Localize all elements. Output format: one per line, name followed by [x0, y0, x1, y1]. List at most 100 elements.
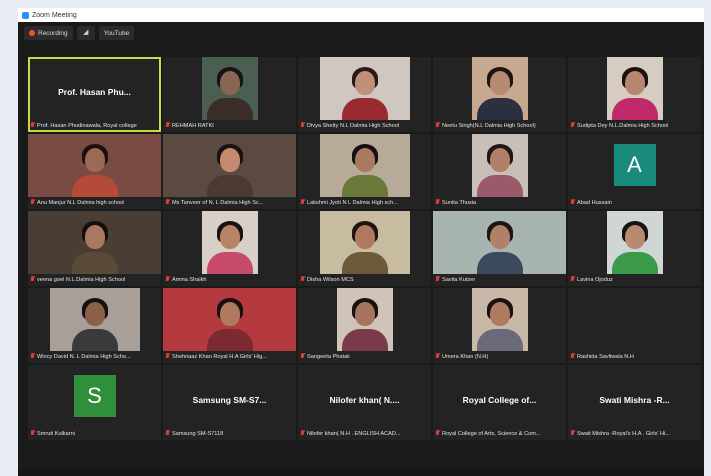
participant-tile[interactable]: Nilofer khan( N.... Nilofer khan( N.H . E… — [298, 365, 431, 440]
participant-video — [606, 57, 663, 120]
participant-name-label: veena goel N.L.Dalmia High School — [30, 275, 159, 284]
mic-muted-icon — [30, 122, 35, 129]
participant-figure — [84, 225, 105, 249]
participant-figure — [354, 71, 375, 95]
mic-muted-icon — [30, 276, 35, 283]
participant-tile[interactable]: Wincy David N. L Dalmia High Scho... — [28, 288, 161, 363]
participant-tile[interactable]: Swati Mishra -R... Swati Mishra -Royal's … — [568, 365, 701, 440]
participant-video — [28, 211, 161, 274]
participant-name: Abad Hussain — [577, 199, 612, 206]
participant-name-label: REHMAH RATKI — [165, 121, 294, 130]
participant-figure — [206, 252, 253, 274]
participant-name-label: Prof. Hasan Phudinawala, Royal college — [30, 121, 159, 130]
participant-tile[interactable]: Anu Manjur N.L Dalmia high school — [28, 134, 161, 209]
participant-name: Neetu Singh(N.L Dalmia High School) — [442, 122, 536, 129]
mic-muted-icon — [300, 276, 305, 283]
participant-tile[interactable]: Prof. Hasan Phu... Prof. Hasan Phudinawal… — [28, 57, 161, 132]
participant-name: Lavina Ojoduz — [577, 276, 613, 283]
participant-figure — [219, 71, 240, 95]
participant-tile[interactable]: Lakshmi Jyoti N L Dalmia High sch... — [298, 134, 431, 209]
participant-tile[interactable]: A Abad Hussain — [568, 134, 701, 209]
participant-name-label: Wincy David N. L Dalmia High Scho... — [30, 352, 159, 361]
participant-name: Anu Manjur N.L Dalmia high school — [37, 199, 125, 206]
participant-name: Wincy David N. L Dalmia High Scho... — [37, 353, 131, 360]
participant-video — [201, 211, 258, 274]
participant-name-label: Royal College of Arts, Science & Com... — [435, 429, 564, 438]
participant-tile[interactable]: Sangeeta Phatak — [298, 288, 431, 363]
participant-video — [319, 211, 410, 274]
participant-tile[interactable]: Sunita Thusia — [433, 134, 566, 209]
participant-tile[interactable]: REHMAH RATKI — [163, 57, 296, 132]
participant-figure — [354, 302, 375, 326]
meeting-toolbar: Recording ◢ YouTube — [18, 22, 704, 44]
participant-video — [471, 134, 528, 197]
participant-figure — [71, 175, 118, 197]
participant-tile[interactable]: Samsung SM-S7... Samsung SM-S7118 — [163, 365, 296, 440]
participant-name-label: Divya Shetty N.L Dalmia High School — [300, 121, 429, 130]
participant-name-label: Rashida Savliwala N.H — [570, 352, 699, 361]
participant-display-name: Swati Mishra -R... — [599, 395, 670, 405]
mic-muted-icon — [165, 276, 170, 283]
participant-name-label: Umera Khan (N.H) — [435, 352, 564, 361]
participant-figure — [611, 98, 658, 120]
participant-name: Nilofer khan( N.H . ENGLISH ACAD... — [307, 430, 401, 437]
participant-display-name: Samsung SM-S7... — [192, 395, 267, 405]
participant-figure — [489, 302, 510, 326]
participant-name-label: Amina Shaikh — [165, 275, 294, 284]
participant-figure — [219, 302, 240, 326]
broadcast-icon: ◢ — [82, 29, 89, 36]
participant-figure — [84, 148, 105, 172]
mic-muted-icon — [165, 430, 170, 437]
participant-tile[interactable]: Sudipta Dey N.L.Dalmia High School — [568, 57, 701, 132]
participant-tile[interactable]: Umera Khan (N.H) — [433, 288, 566, 363]
participant-name: veena goel N.L.Dalmia High School — [37, 276, 126, 283]
mic-muted-icon — [30, 199, 35, 206]
participant-figure — [219, 148, 240, 172]
mic-muted-icon — [435, 199, 440, 206]
participant-video — [163, 288, 296, 351]
participant-video — [606, 211, 663, 274]
participant-name: Amina Shaikh — [172, 276, 207, 283]
mic-muted-icon — [570, 430, 575, 437]
participant-tile[interactable]: Ms Tanveer of N. L Dalmia High Sc... — [163, 134, 296, 209]
zoom-logo-icon — [22, 11, 29, 19]
participant-tile[interactable]: Neetu Singh(N.L Dalmia High School) — [433, 57, 566, 132]
mic-muted-icon — [435, 122, 440, 129]
participant-tile[interactable]: Disha Wilson MCS — [298, 211, 431, 286]
participant-name-label: Neetu Singh(N.L Dalmia High School) — [435, 121, 564, 130]
participant-name-label: Lavina Ojoduz — [570, 275, 699, 284]
mic-muted-icon — [435, 353, 440, 360]
participant-name: Smruti Kulkarni — [37, 430, 75, 437]
record-icon — [29, 30, 35, 36]
participant-name-label: Lakshmi Jyoti N L Dalmia High sch... — [300, 198, 429, 207]
participant-figure — [341, 175, 388, 197]
participant-tile[interactable]: Savita Kutzer — [433, 211, 566, 286]
participant-tile[interactable]: Divya Shetty N.L Dalmia High School — [298, 57, 431, 132]
participant-figure — [341, 252, 388, 274]
participant-name-label: Savita Kutzer — [435, 275, 564, 284]
participant-tile[interactable]: Rashida Savliwala N.H — [568, 288, 701, 363]
participant-video — [471, 288, 528, 351]
participant-figure — [71, 329, 118, 351]
participant-name-label: Ms Tanveer of N. L Dalmia High Sc... — [165, 198, 294, 207]
live-stream-button[interactable]: ◢ — [76, 26, 95, 40]
participant-figure — [84, 302, 105, 326]
participant-name: Ms Tanveer of N. L Dalmia High Sc... — [172, 199, 264, 206]
mic-muted-icon — [435, 430, 440, 437]
mic-muted-icon — [300, 199, 305, 206]
recording-label: Recording — [38, 29, 68, 37]
participant-name-label: Abad Hussain — [570, 198, 699, 207]
participant-tile[interactable]: Amina Shaikh — [163, 211, 296, 286]
participant-tile[interactable]: S Smruti Kulkarni — [28, 365, 161, 440]
participant-tile[interactable]: Royal College of... Royal College of Arts… — [433, 365, 566, 440]
participant-figure — [354, 225, 375, 249]
participant-figure — [624, 71, 645, 95]
participant-figure — [476, 329, 523, 351]
participant-tile[interactable]: Shehnaaz Khan Royal H.A Girls' Hig... — [163, 288, 296, 363]
youtube-stream-button[interactable]: YouTube — [98, 26, 135, 40]
mic-muted-icon — [300, 122, 305, 129]
recording-indicator[interactable]: Recording — [24, 26, 73, 40]
participant-tile[interactable]: veena goel N.L.Dalmia High School — [28, 211, 161, 286]
participant-name: Sangeeta Phatak — [307, 353, 350, 360]
participant-tile[interactable]: Lavina Ojoduz — [568, 211, 701, 286]
